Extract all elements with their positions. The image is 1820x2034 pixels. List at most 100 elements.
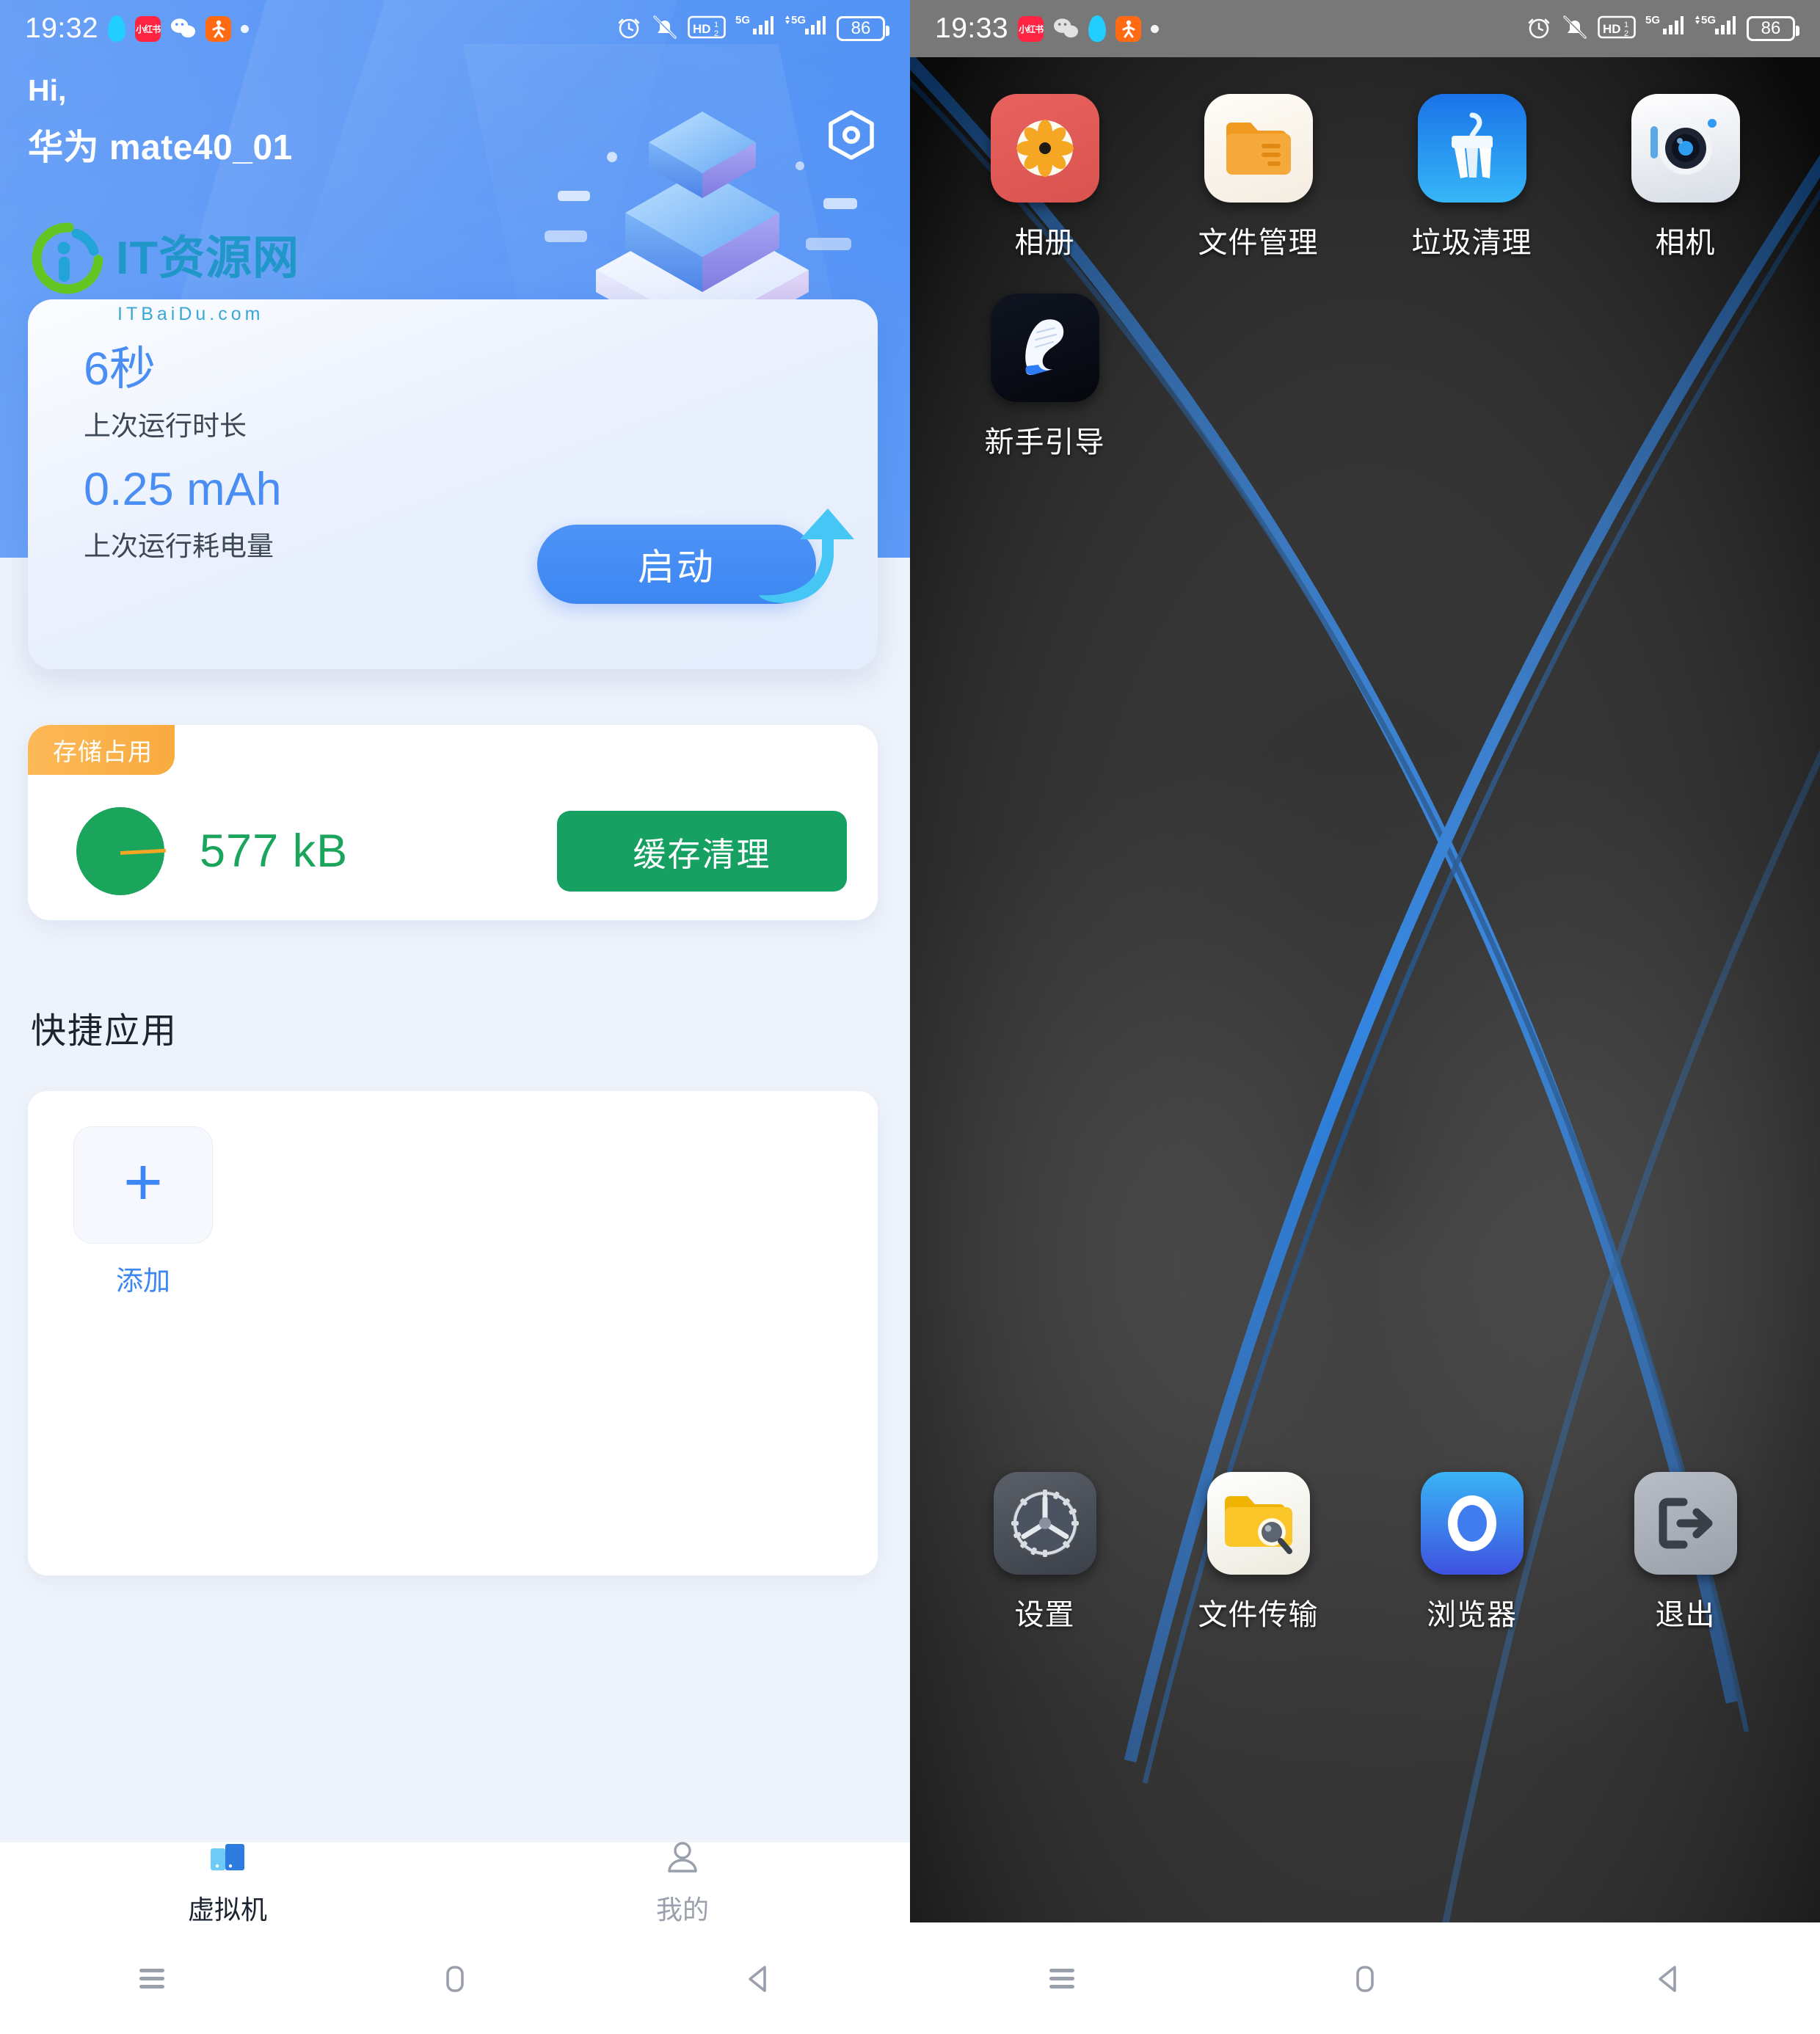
dock-file-transfer-label: 文件传输 xyxy=(1198,1599,1319,1631)
hd-volte-icon: HD 1 2 xyxy=(688,14,726,44)
storage-row: 577 kB 缓存清理 xyxy=(28,782,878,920)
dock-settings-label: 设置 xyxy=(1014,1599,1075,1631)
exit-icon xyxy=(1634,1472,1737,1575)
greeting-block: Hi, 华为 mate40_01 xyxy=(28,73,293,170)
virtual-machine-icon xyxy=(208,1838,247,1881)
camera-icon xyxy=(1631,94,1740,203)
dock-exit[interactable]: 退出 xyxy=(1579,1472,1792,1633)
tab-virtual-machine-label: 虚拟机 xyxy=(187,1895,267,1925)
quick-app-add-cell[interactable]: + 添加 xyxy=(73,1126,213,1298)
svg-text:HD: HD xyxy=(693,22,711,36)
tab-mine-label: 我的 xyxy=(655,1895,709,1925)
app-camera[interactable]: 相机 xyxy=(1579,94,1792,261)
sport-icon xyxy=(205,15,232,42)
dock-browser[interactable]: 浏览器 xyxy=(1365,1472,1579,1633)
qq-icon xyxy=(108,15,126,42)
alarm-icon-2 xyxy=(1526,14,1552,44)
svg-text:HD: HD xyxy=(1603,22,1621,36)
vm-manager-app-screen: 19:32 小红书 HD 1 2 5G 5G 86 Hi, 华为 mate40_… xyxy=(0,0,910,2034)
signal-sim2-icon-2: 5G xyxy=(1693,12,1737,45)
battery-level-2: 86 xyxy=(1761,18,1781,38)
file-manager-icon xyxy=(1204,94,1313,203)
runtime-stat-card: 6秒 上次运行时长 0.25 mAh 上次运行耗电量 启动 xyxy=(28,299,878,669)
qq-icon-2 xyxy=(1088,15,1107,42)
app-file-manager-label: 文件管理 xyxy=(1198,227,1319,259)
svg-text:2: 2 xyxy=(714,29,718,38)
browser-icon xyxy=(1420,1472,1524,1575)
signal-sim1-icon-2: 5G xyxy=(1645,12,1684,45)
power-value: 0.25 mAh xyxy=(84,464,282,516)
back-icon[interactable] xyxy=(714,1942,802,2015)
runtime-value: 6秒 xyxy=(84,343,156,395)
app-camera-label: 相机 xyxy=(1655,227,1716,259)
dock-browser-label: 浏览器 xyxy=(1427,1599,1517,1631)
home-icon[interactable] xyxy=(411,1942,499,2015)
quick-apps-title: 快捷应用 xyxy=(31,1012,178,1051)
app-beginner-guide[interactable]: 新手引导 xyxy=(938,294,1151,461)
runtime-stat-texts: 6秒 上次运行时长 0.25 mAh 上次运行耗电量 xyxy=(84,345,282,564)
tab-virtual-machine[interactable]: 虚拟机 xyxy=(0,1838,455,1927)
alarm-icon xyxy=(616,14,642,44)
back-icon-2[interactable] xyxy=(1624,1942,1712,2015)
svg-text:1: 1 xyxy=(1624,21,1628,29)
mute-icon-2 xyxy=(1562,14,1588,44)
launch-arrow-icon xyxy=(746,504,856,618)
storage-pie-chart xyxy=(76,807,167,895)
app-file-manager[interactable]: 文件管理 xyxy=(1151,94,1365,261)
svg-text:2: 2 xyxy=(1624,29,1628,38)
svg-text:5G: 5G xyxy=(791,14,806,26)
android-nav-bar-left xyxy=(0,1922,910,2034)
svg-text:5G: 5G xyxy=(1645,14,1660,26)
sport-icon-2 xyxy=(1115,15,1142,42)
quick-apps-card: + 添加 xyxy=(28,1091,878,1575)
power-label: 上次运行耗电量 xyxy=(84,531,274,562)
storage-size: 577 kB xyxy=(200,825,349,877)
app-gallery-label: 相册 xyxy=(1014,227,1075,259)
app-beginner-guide-label: 新手引导 xyxy=(984,426,1105,459)
vm-home-screen: 19:33 小红书 HD 1 2 5G 5G 86 相册 文件管理 垃圾清理 相… xyxy=(910,0,1820,2034)
hd-volte-icon-2: HD 1 2 xyxy=(1598,14,1636,44)
signal-sim2-icon: 5G xyxy=(783,12,827,45)
app-gallery[interactable]: 相册 xyxy=(938,94,1151,261)
status-bar-right-panel: 19:33 小红书 HD 1 2 5G 5G 86 xyxy=(910,0,1820,57)
dock-exit-label: 退出 xyxy=(1655,1599,1716,1631)
cache-clean-button[interactable]: 缓存清理 xyxy=(557,811,847,892)
dock-file-transfer[interactable]: 文件传输 xyxy=(1151,1472,1365,1633)
home-screen-body: 相册 文件管理 垃圾清理 相机 新手引导 设置 文件传输 浏览器 退出 xyxy=(910,57,1820,1713)
recents-icon[interactable] xyxy=(108,1942,196,2015)
storage-usage-card: 存储占用 577 kB 缓存清理 xyxy=(28,725,878,920)
svg-text:5G: 5G xyxy=(735,14,750,26)
plus-icon: + xyxy=(123,1145,163,1220)
more-dot-icon xyxy=(241,24,250,33)
storage-pie-free-slice xyxy=(120,848,167,855)
xiaohongshu-icon-2: 小红书 xyxy=(1018,15,1044,42)
junk-clean-icon xyxy=(1417,94,1526,203)
bottom-tab-bar: 虚拟机 我的 xyxy=(0,1842,910,1925)
battery-icon-2: 86 xyxy=(1747,16,1799,41)
app-junk-clean[interactable]: 垃圾清理 xyxy=(1365,94,1579,261)
dock-settings[interactable]: 设置 xyxy=(938,1472,1151,1633)
left-scroll-area[interactable]: 19:32 小红书 HD 1 2 5G 5G 86 Hi, 华为 mate40_… xyxy=(0,0,910,1842)
svg-text:1: 1 xyxy=(714,21,718,29)
more-dot-icon-2 xyxy=(1151,24,1160,33)
xiaohongshu-icon: 小红书 xyxy=(135,15,161,42)
app-dock: 设置 文件传输 浏览器 退出 xyxy=(910,1472,1820,1633)
svg-text:5G: 5G xyxy=(1701,14,1716,26)
app-junk-clean-label: 垃圾清理 xyxy=(1411,227,1532,259)
wechat-icon-2 xyxy=(1053,16,1079,42)
runtime-label: 上次运行时长 xyxy=(84,411,247,442)
device-name: 华为 mate40_01 xyxy=(28,128,293,168)
recents-icon-2[interactable] xyxy=(1018,1942,1106,2015)
status-time: 19:32 xyxy=(25,12,99,44)
settings-hex-icon[interactable] xyxy=(820,104,882,166)
status-bar-right-2: HD 1 2 5G 5G 86 xyxy=(1526,12,1799,45)
home-icon-2[interactable] xyxy=(1321,1942,1409,2015)
tab-mine[interactable]: 我的 xyxy=(455,1838,910,1927)
file-transfer-icon xyxy=(1206,1472,1310,1575)
status-time-2: 19:33 xyxy=(935,12,1009,44)
status-bar-left-2: 19:33 小红书 xyxy=(935,12,1160,45)
launch-button-wrap: 启动 xyxy=(511,504,863,614)
status-bar-left: 19:32 小红书 xyxy=(25,12,250,45)
add-tile[interactable]: + xyxy=(73,1126,213,1244)
person-icon xyxy=(663,1838,702,1881)
